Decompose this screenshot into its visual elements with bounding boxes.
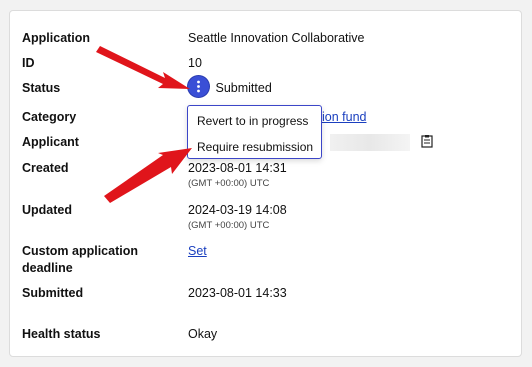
status-value: Submitted: [188, 76, 272, 98]
set-deadline-link[interactable]: Set: [188, 244, 207, 258]
status-text: Submitted: [215, 80, 272, 95]
category-link[interactable]: ion fund: [322, 109, 366, 126]
health-value: Okay: [188, 327, 218, 341]
created-datetime: 2023-08-01 14:31: [188, 161, 287, 175]
deadline-label: Custom application deadline: [22, 244, 138, 275]
status-label: Status: [22, 81, 61, 95]
menu-item-require-resubmission[interactable]: Require resubmission: [197, 139, 313, 155]
created-timezone: (GMT +00:00) UTC: [188, 178, 270, 189]
id-label: ID: [22, 56, 35, 70]
category-link-text[interactable]: ion fund: [322, 110, 366, 124]
updated-datetime: 2024-03-19 14:08: [188, 203, 287, 217]
application-value: Seattle Innovation Collaborative: [188, 31, 365, 45]
status-menu-button[interactable]: [188, 76, 209, 97]
updated-label: Updated: [22, 203, 72, 217]
kebab-vertical-icon: [197, 80, 200, 93]
menu-item-revert-to-in-progress[interactable]: Revert to in progress: [197, 113, 308, 129]
category-label: Category: [22, 110, 77, 124]
applicant-label: Applicant: [22, 135, 79, 149]
deadline-value: Set: [188, 243, 207, 260]
created-label: Created: [22, 161, 69, 175]
applicant-redacted: [330, 134, 410, 151]
status-action-menu: Revert to in progress Require resubmissi…: [187, 105, 322, 159]
updated-value: 2024-03-19 14:08 (GMT +00:00) UTC: [188, 202, 287, 233]
submitted-value: 2023-08-01 14:33: [188, 286, 287, 300]
application-label: Application: [22, 31, 91, 45]
submitted-label: Submitted: [22, 286, 84, 300]
id-value: 10: [188, 56, 202, 70]
health-label: Health status: [22, 327, 101, 341]
updated-timezone: (GMT +00:00) UTC: [188, 220, 270, 231]
copy-icon[interactable]: [421, 135, 433, 153]
application-details-card: Application Seattle Innovation Collabora…: [9, 10, 522, 357]
created-value: 2023-08-01 14:31 (GMT +00:00) UTC: [188, 160, 287, 191]
